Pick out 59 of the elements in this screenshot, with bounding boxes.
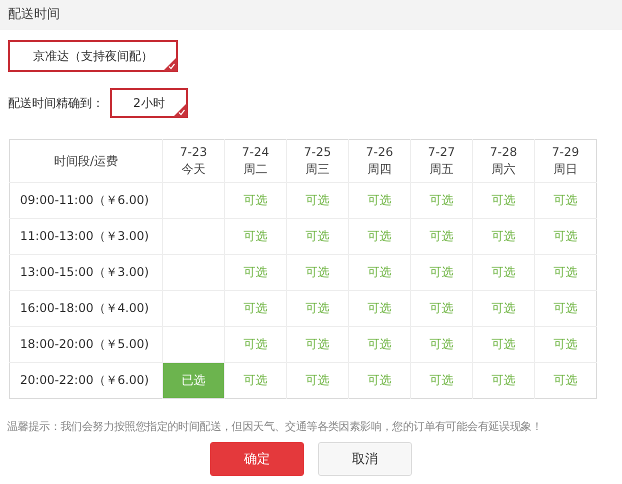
slot-cell[interactable]: 可选 [286, 290, 348, 326]
slot-cell[interactable]: 可选 [472, 362, 534, 398]
slot-cell[interactable]: 可选 [348, 326, 410, 362]
slot-cell[interactable]: 可选 [348, 254, 410, 290]
column-header: 7-29 周日 [534, 140, 596, 182]
column-header: 7-24 周二 [224, 140, 286, 182]
slot-cell[interactable]: 可选 [410, 326, 472, 362]
slot-cell[interactable]: 可选 [534, 182, 596, 218]
slot-cell[interactable]: 可选 [286, 362, 348, 398]
slot-cell[interactable]: 可选 [410, 362, 472, 398]
slot-cell[interactable]: 可选 [472, 182, 534, 218]
slot-cell[interactable]: 可选 [286, 218, 348, 254]
slot-cell[interactable]: 可选 [534, 254, 596, 290]
slot-cell[interactable]: 可选 [224, 254, 286, 290]
slot-cell[interactable]: 可选 [534, 326, 596, 362]
cancel-button[interactable]: 取消 [318, 442, 412, 476]
slot-cell[interactable]: 可选 [286, 182, 348, 218]
slot-cell[interactable]: 可选 [534, 218, 596, 254]
header-title: 配送时间 [0, 0, 622, 30]
column-header: 7-26 周四 [348, 140, 410, 182]
slot-cell[interactable]: 可选 [286, 326, 348, 362]
slot-cell[interactable]: 可选 [472, 218, 534, 254]
slot-cell[interactable]: 可选 [534, 362, 596, 398]
column-header: 7-28 周六 [472, 140, 534, 182]
time-slot-cell: 16:00-18:00（￥4.00) [10, 290, 162, 326]
column-header: 7-23 今天 [162, 140, 224, 182]
slot-cell[interactable]: 可选 [348, 290, 410, 326]
check-corner-icon [164, 58, 176, 70]
slot-cell[interactable]: 可选 [224, 218, 286, 254]
slot-cell[interactable]: 已选 [162, 362, 224, 398]
precision-label: 配送时间精确到： [8, 94, 104, 112]
option-button[interactable]: 2小时 [110, 88, 188, 118]
column-header: 7-25 周三 [286, 140, 348, 182]
slot-cell[interactable]: 可选 [348, 218, 410, 254]
time-slot-cell: 11:00-13:00（￥3.00) [10, 218, 162, 254]
slot-cell[interactable]: 可选 [224, 362, 286, 398]
slot-cell[interactable]: 可选 [410, 254, 472, 290]
slot-cell[interactable]: 可选 [224, 326, 286, 362]
slot-cell[interactable]: 可选 [472, 290, 534, 326]
time-slot-cell: 18:00-20:00（￥5.00) [10, 326, 162, 362]
slot-cell[interactable]: 可选 [410, 182, 472, 218]
confirm-button[interactable]: 确定 [210, 442, 304, 476]
slot-cell[interactable]: 可选 [472, 254, 534, 290]
slot-cell[interactable]: 可选 [224, 290, 286, 326]
slot-cell[interactable]: 可选 [348, 362, 410, 398]
slot-cell[interactable]: 可选 [472, 326, 534, 362]
slot-cell[interactable]: 可选 [224, 182, 286, 218]
time-slot-cell: 09:00-11:00（￥6.00) [10, 182, 162, 218]
slot-cell[interactable]: 可选 [348, 182, 410, 218]
slot-cell[interactable]: 可选 [534, 290, 596, 326]
option-button[interactable]: 京准达（支持夜间配） [8, 40, 178, 72]
slot-cell[interactable]: 可选 [286, 254, 348, 290]
tip-text: 温馨提示：我们会努力按照您指定的时间配送，但因天气、交通等各类因素影响，您的订单有可能会有延误现象！ [7, 419, 544, 434]
slot-cell[interactable]: 可选 [410, 218, 472, 254]
column-header: 时间段/运费 [10, 140, 162, 182]
time-slot-cell: 13:00-15:00（￥3.00) [10, 254, 162, 290]
slot-cell[interactable]: 可选 [410, 290, 472, 326]
column-header: 7-27 周五 [410, 140, 472, 182]
check-corner-icon [174, 104, 186, 116]
